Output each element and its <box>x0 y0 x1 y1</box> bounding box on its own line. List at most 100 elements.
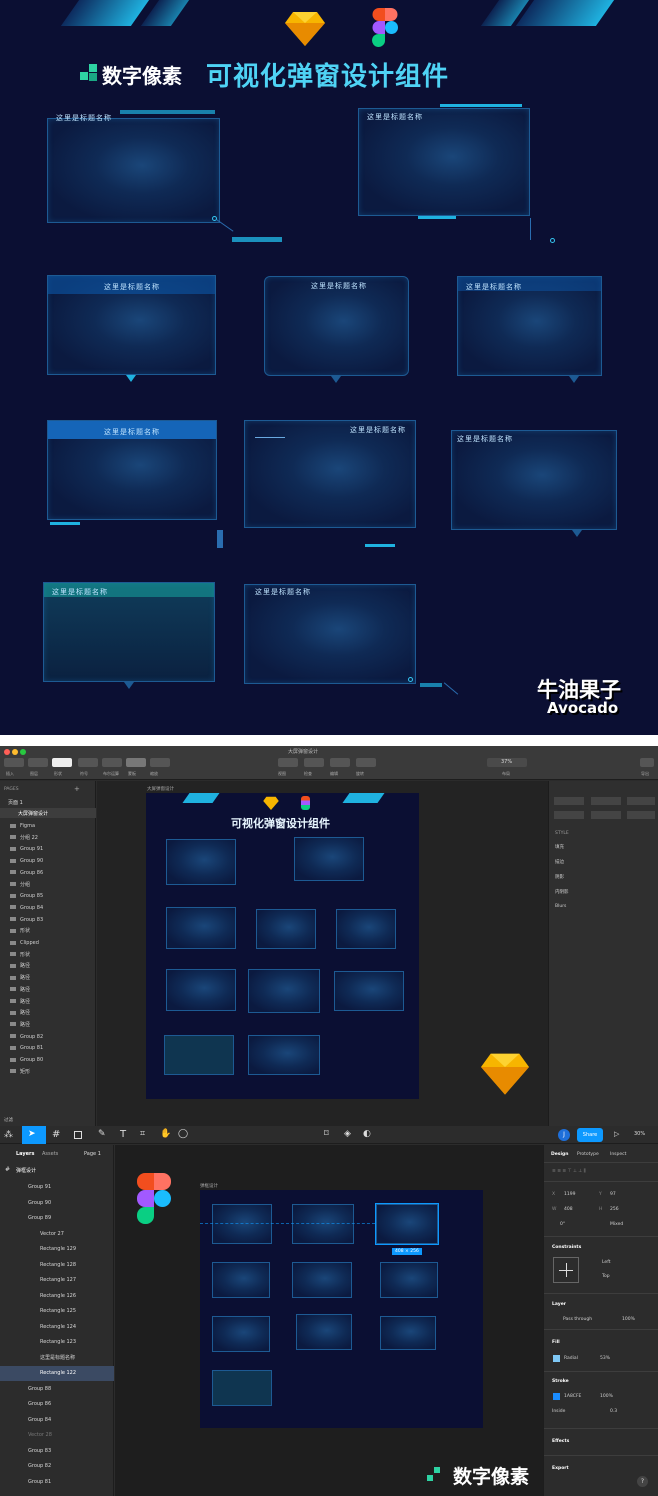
constraint-horizontal[interactable]: Left <box>602 1260 610 1265</box>
minimize-window-icon[interactable] <box>12 749 18 755</box>
export-header[interactable]: Export <box>552 1466 569 1471</box>
blurs-section[interactable]: Blurs <box>555 904 566 909</box>
sketch-layer-row[interactable]: Group 81 <box>0 1043 96 1054</box>
zoom-control[interactable]: 37% <box>487 758 527 767</box>
rotate-button[interactable] <box>356 758 376 767</box>
add-page-icon[interactable]: + <box>74 785 80 793</box>
frame-layer[interactable]: 弹框设计 <box>16 1167 36 1174</box>
fill-swatch[interactable] <box>553 1355 560 1362</box>
sketch-layer-row[interactable]: 路径 <box>0 1008 96 1019</box>
blend-mode-select[interactable]: Pass through <box>563 1317 592 1322</box>
sketch-layer-row[interactable]: 路径 <box>0 961 96 972</box>
sketch-canvas[interactable]: 大屏弹窗设计 可视化弹窗设计组件 <box>97 781 548 1126</box>
x-field[interactable] <box>554 797 584 805</box>
filter-label[interactable]: 过滤 <box>4 1117 13 1123</box>
mask-button[interactable] <box>126 758 146 767</box>
sketch-layer-row[interactable]: 路径 <box>0 973 96 984</box>
sketch-layer-row[interactable]: Group 84 <box>0 903 96 914</box>
present-icon[interactable]: ▷ <box>614 1130 619 1138</box>
rotation-field[interactable]: 0° <box>560 1222 565 1227</box>
artboard-row[interactable]: 大屏弹窗设计 <box>0 808 96 818</box>
sketch-layer-row[interactable]: 路径 <box>0 1020 96 1031</box>
sketch-layer-row[interactable]: Group 80 <box>0 1055 96 1066</box>
sketch-layer-row[interactable]: Group 83 <box>0 915 96 926</box>
inspect-button[interactable] <box>304 758 324 767</box>
maximize-window-icon[interactable] <box>20 749 26 755</box>
h-field[interactable]: 256 <box>610 1207 619 1212</box>
text-tool-icon[interactable]: T <box>120 1129 126 1140</box>
stroke-opacity[interactable]: 100% <box>600 1394 613 1399</box>
page-select[interactable]: Page 1 <box>84 1151 101 1157</box>
crop-icon[interactable]: ⌑ <box>324 1129 329 1139</box>
sketch-layer-row[interactable]: 路径 <box>0 985 96 996</box>
x-field[interactable]: 1199 <box>564 1192 575 1197</box>
comment-tool-icon[interactable]: ◯ <box>178 1129 188 1139</box>
prototype-tab[interactable]: Prototype <box>577 1152 599 1157</box>
figma-layer-row[interactable]: Rectangle 124 <box>0 1320 114 1335</box>
symbol-button[interactable] <box>78 758 98 767</box>
figma-layer-row[interactable]: Group 88 <box>0 1382 114 1397</box>
figma-layer-row[interactable]: Rectangle 123 <box>0 1335 114 1350</box>
figma-layer-row[interactable]: Group 90 <box>0 1196 114 1211</box>
figma-layer-row[interactable]: Group 86 <box>0 1397 114 1412</box>
fill-opacity[interactable]: 53% <box>600 1356 610 1361</box>
sketch-layer-row[interactable]: 路径 <box>0 997 96 1008</box>
layer-opacity[interactable]: 100% <box>622 1317 635 1322</box>
stroke-swatch[interactable] <box>553 1393 560 1400</box>
layer-button[interactable] <box>28 758 48 767</box>
figma-layer-row[interactable]: Group 82 <box>0 1459 114 1474</box>
figma-layer-row[interactable]: Rectangle 127 <box>0 1273 114 1288</box>
figma-layer-row[interactable]: Group 84 <box>0 1413 114 1428</box>
stroke-color[interactable]: 1A8CFE <box>564 1394 581 1399</box>
scale-button[interactable] <box>150 758 170 767</box>
sketch-layer-row[interactable]: Clipped <box>0 938 96 949</box>
figma-layer-row[interactable]: Rectangle 126 <box>0 1289 114 1304</box>
sketch-layer-row[interactable]: 分组 22 <box>0 833 96 844</box>
export-button[interactable] <box>640 758 654 767</box>
sketch-artboard[interactable]: 可视化弹窗设计组件 <box>146 793 419 1099</box>
design-tab[interactable]: Design <box>551 1152 568 1157</box>
figma-layer-row[interactable]: Group 83 <box>0 1444 114 1459</box>
figma-layer-row[interactable]: Rectangle 125 <box>0 1304 114 1319</box>
insert-button[interactable] <box>4 758 24 767</box>
extra-field[interactable] <box>627 797 655 805</box>
stroke-width[interactable]: 0.3 <box>610 1409 617 1414</box>
y-field[interactable]: 97 <box>610 1192 616 1197</box>
sketch-layer-row[interactable]: 形状 <box>0 950 96 961</box>
contrast-icon[interactable]: ◐ <box>363 1129 371 1139</box>
fill-type[interactable]: Radial <box>564 1356 578 1361</box>
component-icon[interactable]: ◈ <box>344 1129 351 1139</box>
figma-layer-row[interactable]: Group 81 <box>0 1475 114 1490</box>
pen-tool-icon[interactable]: ✎ <box>98 1129 106 1139</box>
figma-layer-row[interactable]: Group 89 <box>0 1211 114 1226</box>
rectangle-tool-icon[interactable] <box>74 1131 82 1139</box>
sketch-layer-row[interactable]: Group 85 <box>0 891 96 902</box>
shape-button[interactable] <box>52 758 72 767</box>
inspect-tab[interactable]: Inspect <box>610 1152 626 1157</box>
user-avatar[interactable]: J <box>558 1129 570 1141</box>
sketch-layer-row[interactable]: Figma <box>0 821 96 832</box>
page-item[interactable]: 页面 1 <box>8 799 23 806</box>
figma-layer-row[interactable]: Rectangle 128 <box>0 1258 114 1273</box>
move-tool-button[interactable]: ➤ <box>22 1126 46 1144</box>
figma-layer-row[interactable]: 这里是标题名称 <box>0 1351 114 1366</box>
frame-tool-icon[interactable]: # <box>52 1129 60 1140</box>
figma-frame[interactable]: 408 × 256 <box>200 1190 483 1428</box>
stroke-position[interactable]: Inside <box>552 1409 565 1414</box>
figma-layer-row[interactable]: Vector 28 <box>0 1428 114 1443</box>
w-field[interactable]: 408 <box>564 1207 573 1212</box>
sketch-layer-row[interactable]: Group 86 <box>0 868 96 879</box>
help-icon[interactable]: ? <box>637 1476 648 1487</box>
zoom-level[interactable]: 30% <box>634 1131 645 1137</box>
shadow-section[interactable]: 阴影 <box>555 874 564 880</box>
sketch-layer-row[interactable]: 形状 <box>0 926 96 937</box>
layers-tab[interactable]: Layers <box>16 1151 35 1157</box>
sketch-layer-row[interactable]: 矩形 <box>0 1067 96 1078</box>
hand-tool-icon[interactable]: ✋ <box>160 1129 171 1139</box>
extra-field-2[interactable] <box>627 811 655 819</box>
figma-layer-row[interactable]: Rectangle 122 <box>0 1366 114 1381</box>
figma-layer-row[interactable]: Group 91 <box>0 1180 114 1195</box>
sketch-layer-row[interactable]: 分组 <box>0 880 96 891</box>
component-tool-icon[interactable]: ⌗ <box>140 1129 145 1139</box>
selection-box[interactable] <box>375 1203 439 1245</box>
